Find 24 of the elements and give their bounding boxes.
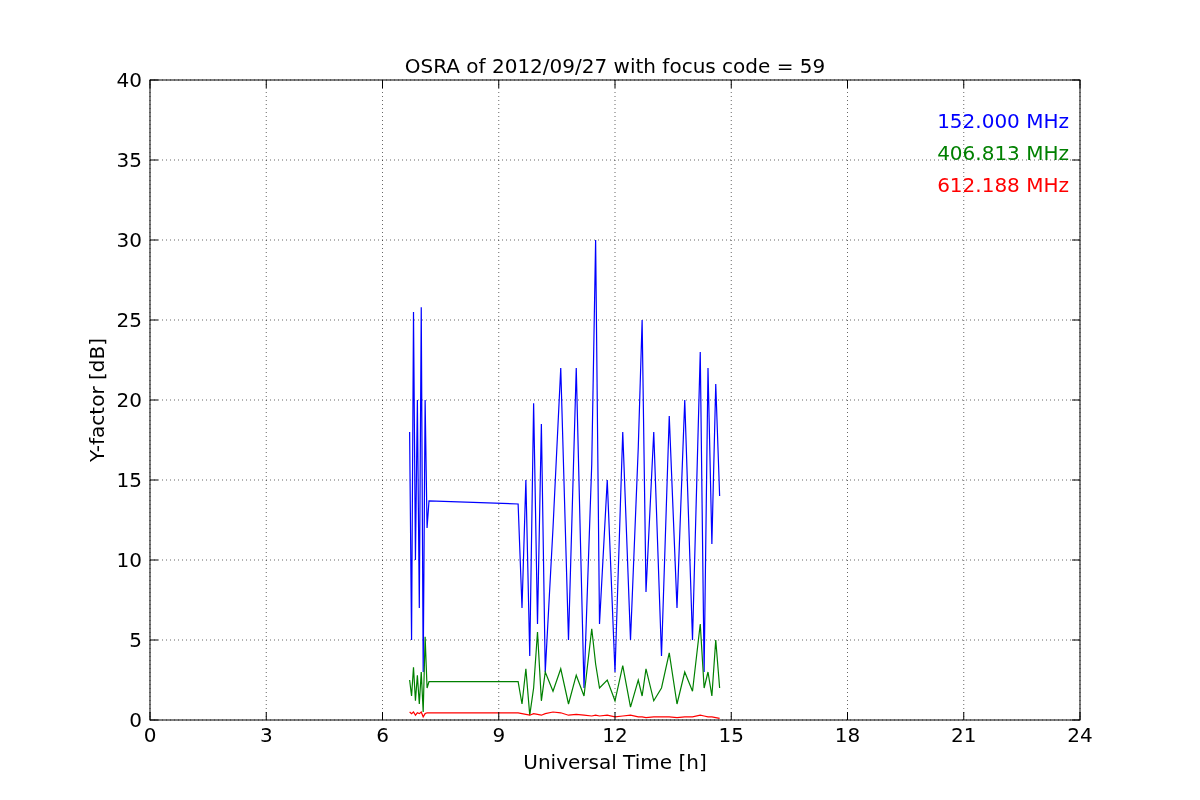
y-tick-label: 35	[116, 148, 142, 172]
x-tick-label: 3	[259, 723, 273, 747]
x-tick-label: 18	[834, 723, 861, 747]
x-tick-label: 12	[602, 723, 628, 747]
y-tick-label: 15	[116, 468, 142, 492]
x-tick-label: 21	[951, 723, 977, 747]
legend-label: 612.188 MHz	[937, 173, 1069, 197]
x-tick-label: 0	[143, 723, 157, 747]
x-tick-label: 6	[376, 723, 389, 747]
x-axis-label: Universal Time [h]	[523, 750, 707, 774]
y-tick-label: 40	[116, 68, 142, 92]
y-tick-label: 10	[116, 548, 142, 572]
x-tick-label: 24	[1067, 723, 1093, 747]
y-tick-label: 0	[129, 708, 142, 732]
chart-title: OSRA of 2012/09/27 with focus code = 59	[404, 54, 826, 78]
legend-label: 152.000 MHz	[937, 109, 1069, 133]
legend-label: 406.813 MHz	[937, 141, 1069, 165]
y-tick-label: 25	[116, 308, 142, 332]
x-tick-label: 15	[718, 723, 744, 747]
x-tick-label: 9	[492, 723, 506, 747]
y-tick-label: 20	[116, 388, 142, 412]
y-axis-label: Y-factor [dB]	[85, 338, 109, 462]
y-tick-label: 5	[129, 628, 142, 652]
y-tick-label: 30	[116, 228, 142, 252]
